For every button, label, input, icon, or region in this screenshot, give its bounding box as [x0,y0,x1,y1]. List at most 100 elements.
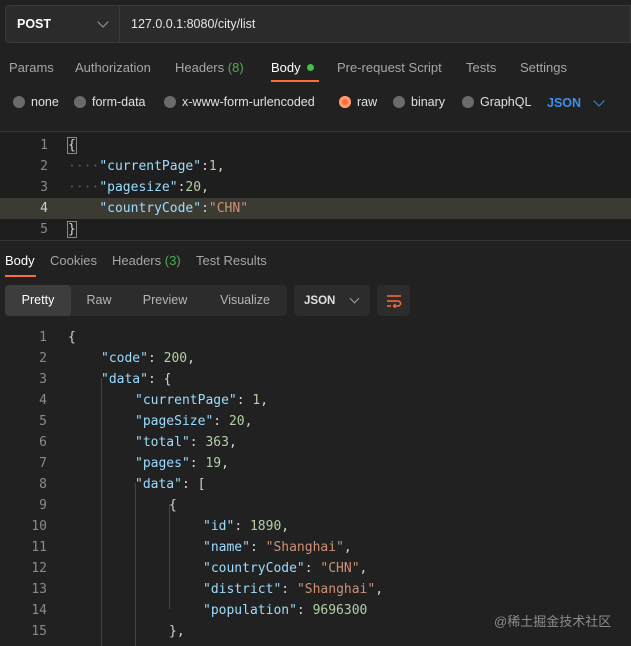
line-code: { [68,330,76,345]
line-code: { [67,137,77,154]
url-input[interactable]: 127.0.0.1:8080/city/list [120,5,631,43]
code-line: 11 "name": "Shanghai", [0,537,631,558]
tab-settings[interactable]: Settings [520,60,567,75]
line-code: "name": "Shanghai", [203,540,352,555]
headers-count-badge: (8) [227,60,244,75]
active-tab-indicator [5,275,36,277]
response-body-viewer[interactable]: 1 { 2 "code": 200, 3 "data": { 4 "curren… [0,326,631,646]
response-format-select[interactable]: JSON [294,285,370,316]
body-format-select[interactable]: JSON [547,95,605,110]
code-line: 13 "district": "Shanghai", [0,579,631,600]
radio-raw-label: raw [357,95,378,109]
wrap-lines-button[interactable] [377,285,410,316]
tab-response-headers-label: Headers [112,253,162,268]
response-headers-count-badge: (3) [164,253,181,268]
chevron-down-icon [593,95,605,107]
code-line: 6 "total": 363, [0,432,631,453]
line-number: 3 [40,180,48,195]
line-number: 9 [39,498,47,513]
body-type-options: none form-data x-www-form-urlencoded raw… [0,93,631,115]
editor-line: 3 ····"pagesize":20, [0,177,631,198]
line-number: 1 [40,138,48,153]
view-raw-button[interactable]: Raw [75,285,123,316]
code-line: 8 "data": [ [0,474,631,495]
line-number: 14 [31,603,47,618]
line-number: 13 [31,582,47,597]
line-number: 2 [40,159,48,174]
watermark: @稀土掘金技术社区 [494,614,612,629]
line-code: "district": "Shanghai", [203,582,384,597]
radio-urlencoded-label: x-www-form-urlencoded [182,95,315,109]
code-line: 4 "currentPage": 1, [0,390,631,411]
code-line: 12 "countryCode": "CHN", [0,558,631,579]
radio-icon [164,96,176,108]
view-visualize-button[interactable]: Visualize [209,285,281,316]
request-body-editor[interactable]: 1 { 2 ····"currentPage":1, 3 ····"pagesi… [0,131,631,241]
radio-none[interactable]: none [13,95,59,109]
line-number: 3 [39,372,47,387]
tab-params[interactable]: Params [9,60,54,75]
radio-selected-icon [339,96,351,108]
line-code: "id": 1890, [203,519,290,534]
request-tabs: Params Authorization Headers (8) Body Pr… [0,54,631,82]
response-view-toolbar: Pretty Raw Preview Visualize JSON [5,285,415,316]
chevron-down-icon [349,293,360,304]
tab-response-headers[interactable]: Headers (3) [112,253,181,268]
radio-raw[interactable]: raw [339,95,377,109]
line-code: { [169,498,177,513]
tab-tests[interactable]: Tests [466,60,496,75]
line-number: 6 [39,435,47,450]
line-code: ····"currentPage":1, [68,159,225,174]
line-code: "data": [ [135,477,206,492]
view-preview-button[interactable]: Preview [131,285,199,316]
tab-cookies[interactable]: Cookies [50,253,97,268]
line-number: 12 [31,561,47,576]
line-number: 1 [39,330,47,345]
line-number: 2 [39,351,47,366]
radio-icon [74,96,86,108]
editor-line-current: 4 "countryCode":"CHN" [0,198,631,219]
active-tab-indicator [271,80,319,82]
method-select[interactable]: POST [5,5,120,43]
line-code: "pageSize": 20, [135,414,253,429]
url-text: 127.0.0.1:8080/city/list [131,17,256,31]
radio-icon [393,96,405,108]
wrap-lines-icon [386,294,401,308]
response-format-label: JSON [304,294,336,307]
tab-body-label: Body [271,60,301,75]
radio-form-data[interactable]: form-data [74,95,146,109]
line-number: 8 [39,477,47,492]
chevron-down-icon [97,16,109,28]
radio-form-data-label: form-data [92,95,146,109]
radio-graphql[interactable]: GraphQL [462,95,531,109]
method-label: POST [17,17,52,31]
tab-authorization[interactable]: Authorization [75,60,151,75]
radio-none-label: none [31,95,59,109]
line-code: "code": 200, [101,351,195,366]
radio-urlencoded[interactable]: x-www-form-urlencoded [164,95,315,109]
code-line: 9 { [0,495,631,516]
code-line: 5 "pageSize": 20, [0,411,631,432]
code-line: 2 "code": 200, [0,348,631,369]
response-tabs: Body Cookies Headers (3) Test Results [0,251,631,277]
code-line: 3 "data": { [0,369,631,390]
radio-binary[interactable]: binary [393,95,445,109]
radio-icon [13,96,25,108]
radio-graphql-label: GraphQL [480,95,532,109]
line-code: "population": 9696300 [203,603,368,618]
line-code: "currentPage": 1, [135,393,269,408]
tab-test-results[interactable]: Test Results [196,253,267,268]
editor-line: 5 } [0,219,631,240]
line-code: "countryCode": "CHN", [203,561,368,576]
radio-binary-label: binary [411,95,446,109]
tab-pre-request-script[interactable]: Pre-request Script [337,60,442,75]
view-pretty-button[interactable]: Pretty [5,285,71,316]
tab-body[interactable]: Body [271,60,314,75]
tab-headers-label: Headers [175,60,225,75]
body-format-label: JSON [547,96,582,110]
tab-response-body[interactable]: Body [5,253,35,268]
tab-headers[interactable]: Headers (8) [175,60,244,75]
line-number: 7 [39,456,47,471]
line-code: "countryCode":"CHN" [99,201,249,216]
line-number: 4 [40,201,48,216]
